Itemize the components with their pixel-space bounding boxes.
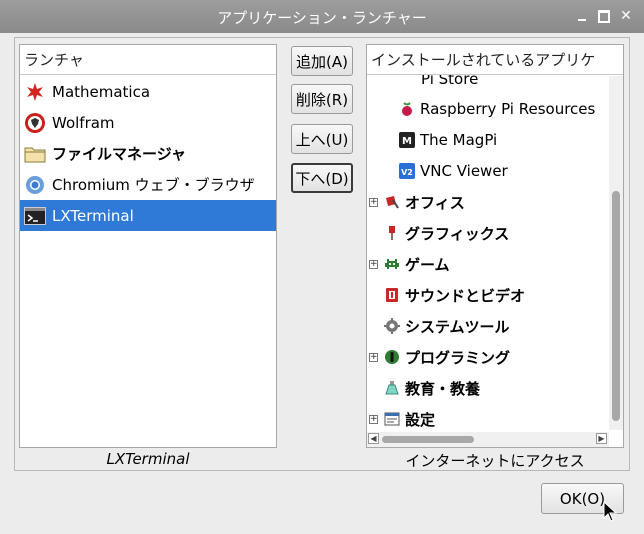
expand-office-button[interactable]: + [369, 198, 378, 207]
tree-item-label: VNC Viewer [420, 162, 508, 180]
game-icon [384, 256, 400, 272]
expand-game-button[interactable]: + [369, 260, 378, 269]
scroll-right-arrow-icon[interactable]: ▶ [596, 433, 607, 444]
tree-item-label: The MagPi [420, 131, 498, 149]
list-item-mathematica[interactable]: Mathematica [20, 76, 276, 107]
list-item-label: Chromium ウェブ・ブラウザ [52, 176, 255, 194]
office-icon [384, 194, 400, 210]
launcher-window: アプリケーション・ランチャー ✕ ランチャ Mathematica Wolfra… [0, 0, 644, 534]
selected-launcher-caption: LXTerminal [106, 450, 190, 468]
settings-icon [384, 411, 400, 427]
svg-text:V2: V2 [401, 168, 413, 177]
remove-button[interactable]: 削除(R) [291, 84, 353, 114]
tree-item-the-magpi[interactable]: M The MagPi [399, 126, 497, 154]
list-item-chromium[interactable]: Chromium ウェブ・ブラウザ [20, 169, 276, 200]
minimize-button[interactable] [576, 10, 588, 22]
svg-text:M: M [402, 136, 412, 147]
tree-category-label: プログラミング [405, 348, 511, 367]
list-item-label: Mathematica [52, 82, 151, 101]
expand-programming-button[interactable]: + [369, 353, 378, 362]
horizontal-scrollbar[interactable]: ◀ ▶ [367, 432, 609, 447]
tree-category-label: オフィス [405, 193, 465, 212]
installed-apps-tree[interactable]: インストールされているアプリケ Pi Store Raspberry Pi Re… [366, 44, 624, 448]
add-button[interactable]: 追加(A) [291, 46, 353, 76]
tree-category-programming[interactable]: プログラミング [384, 343, 510, 371]
folder-icon [24, 143, 46, 165]
tree-category-graphics[interactable]: グラフィックス [384, 219, 509, 247]
launcher-list-header: ランチャ [20, 45, 276, 75]
list-item-file-manager[interactable]: ファイルマネージャ [20, 138, 276, 169]
list-item-label: Wolfram [52, 113, 115, 132]
programming-icon [384, 349, 400, 365]
title-bar[interactable]: アプリケーション・ランチャー ✕ [0, 0, 644, 33]
tree-category-game[interactable]: ゲーム [384, 250, 450, 278]
system-tools-icon [384, 318, 400, 334]
terminal-icon [24, 205, 46, 227]
list-item-wolfram[interactable]: Wolfram [20, 107, 276, 138]
tree-category-label: サウンドとビデオ [405, 286, 526, 305]
tree-category-system-tools[interactable]: システムツール [384, 312, 510, 340]
list-item-label: ファイルマネージャ [52, 145, 186, 163]
tree-category-label: グラフィックス [405, 224, 510, 243]
move-up-button[interactable]: 上へ(U) [291, 124, 353, 154]
graphics-icon [384, 225, 400, 241]
horizontal-scrollbar-thumb[interactable] [382, 436, 474, 443]
list-item-label: LXTerminal [52, 206, 134, 225]
sound-video-icon [384, 287, 400, 303]
education-icon [384, 380, 400, 396]
tree-category-education[interactable]: 教育・教養 [384, 374, 480, 402]
window-title: アプリケーション・ランチャー [217, 9, 427, 27]
tree-category-label: 教育・教養 [405, 379, 481, 398]
tree-item-vnc-viewer[interactable]: V2 VNC Viewer [399, 157, 508, 185]
tree-category-settings[interactable]: 設定 [384, 405, 435, 433]
selected-category-caption: インターネットにアクセス [405, 452, 585, 470]
tree-category-label: システムツール [405, 317, 510, 336]
installed-apps-header: インストールされているアプリケ [367, 45, 623, 75]
maximize-button[interactable] [598, 10, 610, 22]
tree-category-office[interactable]: オフィス [384, 188, 465, 216]
tree-category-sound-video[interactable]: サウンドとビデオ [384, 281, 525, 309]
tree-item-raspberry-pi-resources[interactable]: Raspberry Pi Resources [399, 95, 595, 123]
tree-category-label: 設定 [405, 410, 436, 429]
tree-category-label: ゲーム [405, 255, 450, 274]
scroll-left-arrow-icon[interactable]: ◀ [368, 433, 379, 444]
close-button[interactable]: ✕ [620, 9, 632, 23]
tree-item-label: Raspberry Pi Resources [420, 100, 596, 118]
mathematica-icon [24, 81, 46, 103]
magpi-icon: M [399, 132, 415, 148]
raspberry-icon [399, 101, 415, 117]
launcher-list[interactable]: ランチャ Mathematica Wolfram ファイルマネージャ Chrom… [19, 44, 277, 448]
mouse-pointer-icon [603, 500, 618, 527]
move-down-button[interactable]: 下へ(D) [291, 163, 353, 193]
expand-settings-button[interactable]: + [369, 415, 378, 424]
wolfram-icon [24, 112, 46, 134]
vertical-scrollbar[interactable] [609, 76, 623, 430]
vertical-scrollbar-thumb[interactable] [612, 191, 620, 421]
vnc-icon: V2 [399, 163, 415, 179]
list-item-lxterminal[interactable]: LXTerminal [20, 200, 276, 231]
chromium-icon [24, 174, 46, 196]
